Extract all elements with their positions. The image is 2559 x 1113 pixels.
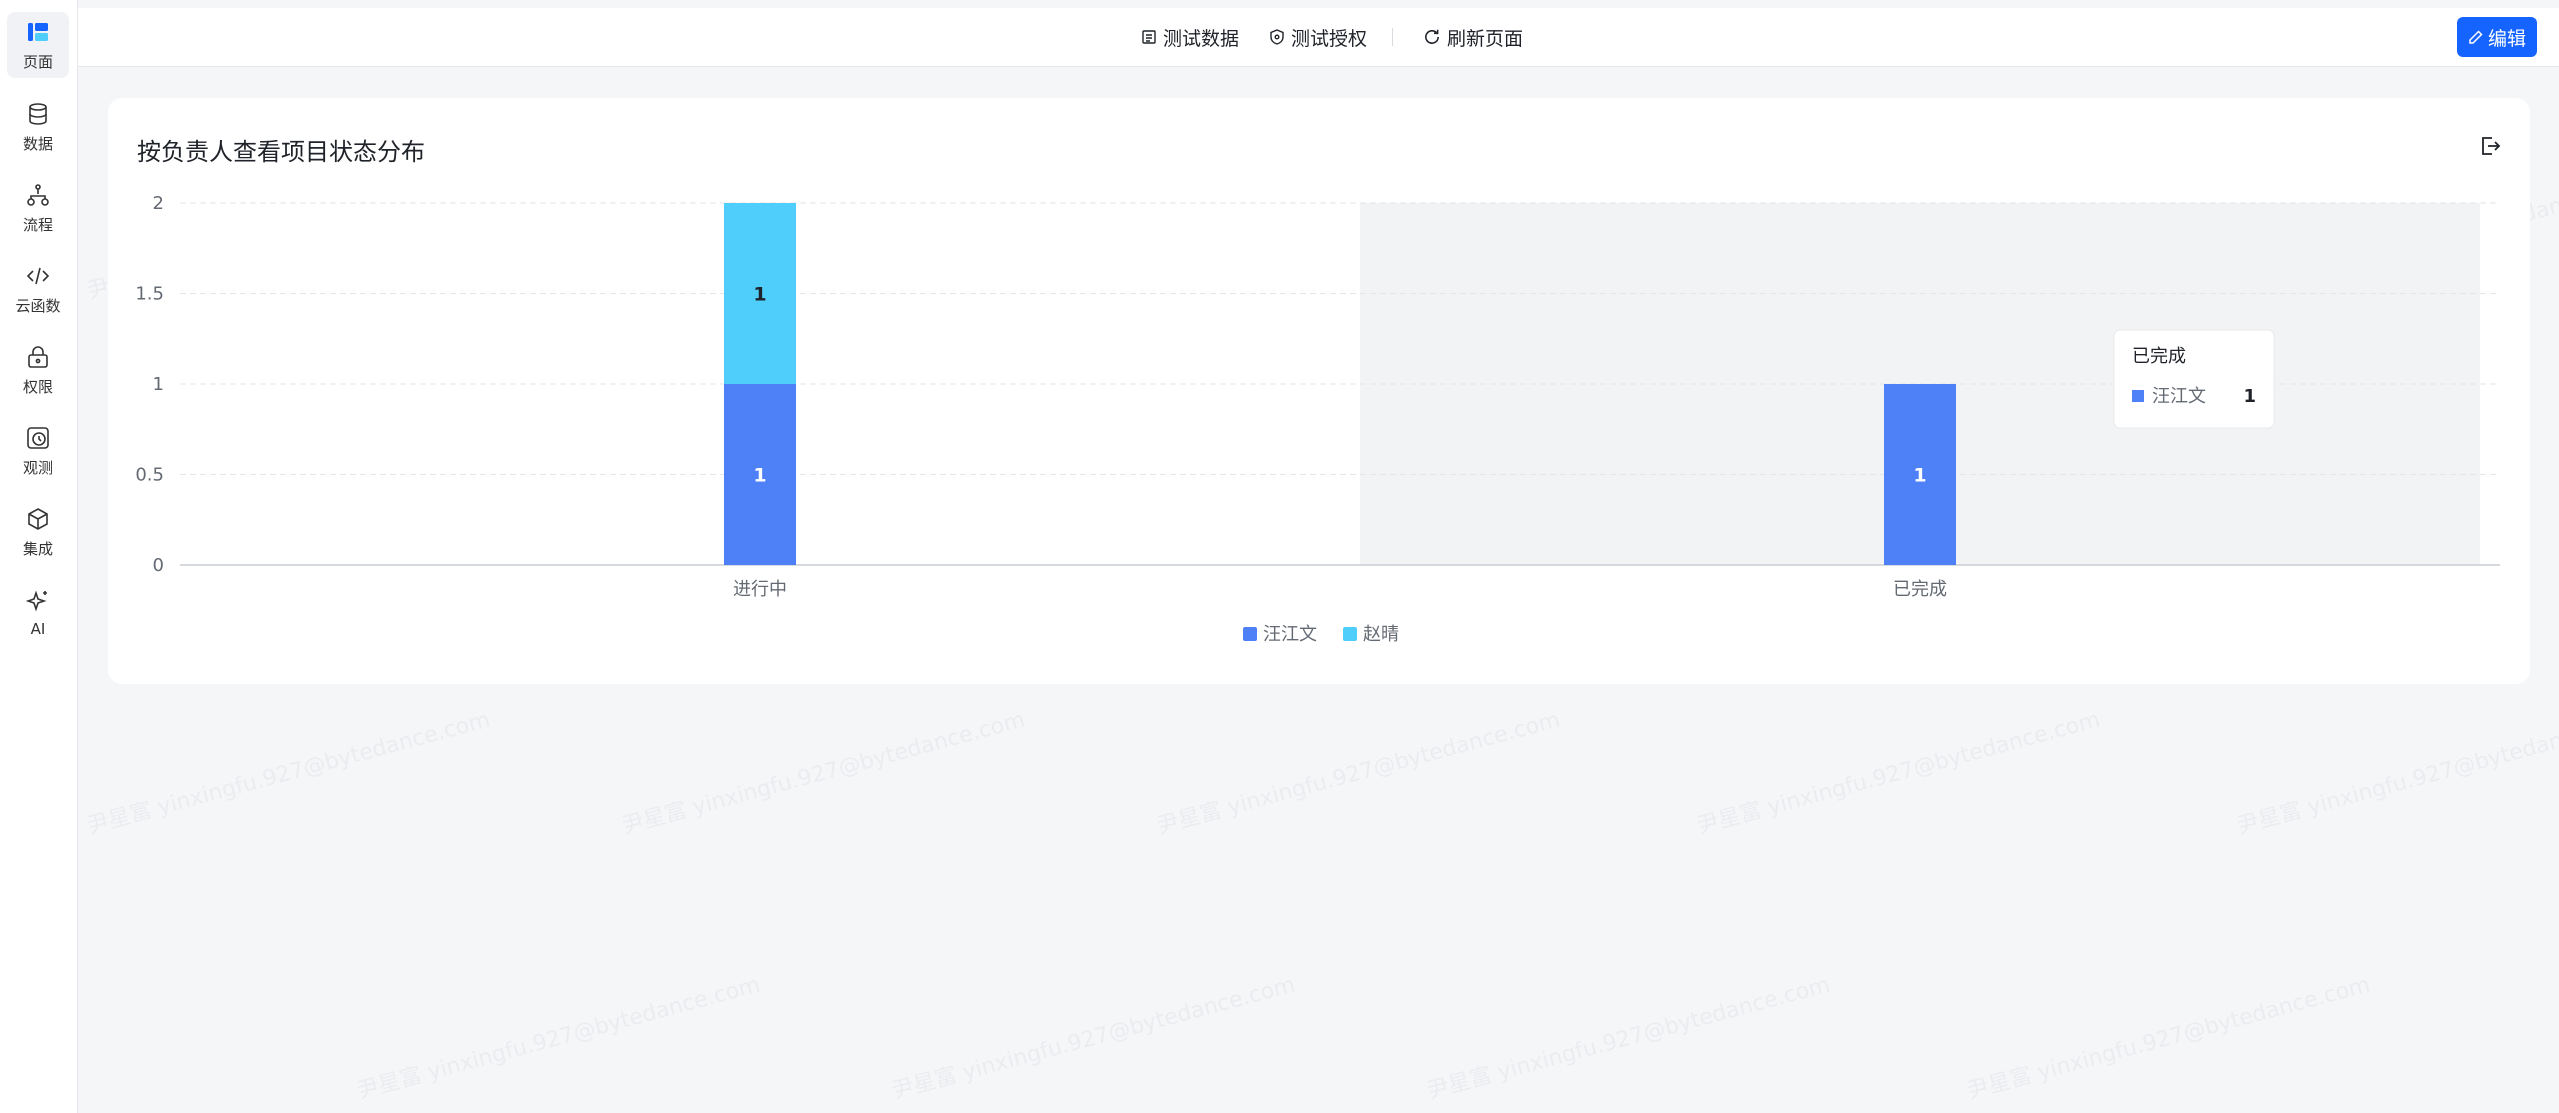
sidebar-item-flow[interactable]: 流程 <box>7 175 69 241</box>
sidebar-item-cloud-functions[interactable]: 云函数 <box>7 256 69 322</box>
test-data-button[interactable]: 测试数据 <box>1141 8 1239 66</box>
watermark: 尹星富 yinxingfu.927@bytedance.com <box>1694 707 2103 840</box>
legend-swatch <box>1343 627 1357 641</box>
y-tick-label: 2 <box>153 193 164 214</box>
y-tick-label: 0 <box>153 555 164 576</box>
sidebar-item-pages[interactable]: 页面 <box>7 12 69 78</box>
bar-chart: 21.510.5011进行中1已完成汪江文 赵晴已完成汪江文 1 <box>135 193 2500 645</box>
sidebar-item-label: 页面 <box>22 52 53 71</box>
x-tick-label: 进行中 <box>733 579 787 600</box>
lock-icon <box>25 344 51 370</box>
sidebar-item-ai[interactable]: AI <box>7 580 69 646</box>
tooltip-value: 1 <box>2243 386 2256 407</box>
legend-swatch <box>1243 627 1257 641</box>
watermark: 尹星富 yinxingfu.927@bytedance.com <box>889 972 1298 1105</box>
y-tick-label: 1.5 <box>135 284 164 305</box>
test-data-label: 测试数据 <box>1163 27 1240 50</box>
test-auth-button[interactable]: 测试授权 <box>1269 8 1367 66</box>
sidebar-item-label: 数据 <box>22 134 53 153</box>
x-tick-label: 已完成 <box>1893 579 1947 600</box>
sidebar-item-label: 云函数 <box>15 296 61 315</box>
sidebar-item-label: 观测 <box>22 458 53 477</box>
tooltip-series-name: 汪江文 <box>2152 386 2206 407</box>
edit-label: 编辑 <box>2487 27 2526 50</box>
sidebar-item-integration[interactable]: 集成 <box>7 499 69 565</box>
code-icon <box>25 263 51 289</box>
watermark: 尹星富 yinxingfu.927@bytedance.com <box>1964 972 2373 1105</box>
legend-item: 汪江文 <box>1263 624 1317 645</box>
edit-button[interactable]: 编辑 <box>2457 17 2537 57</box>
test-auth-label: 测试授权 <box>1291 27 1368 50</box>
tooltip-swatch <box>2132 390 2144 402</box>
sidebar-item-permissions[interactable]: 权限 <box>7 337 69 403</box>
chart-card: 按负责人查看项目状态分布 2 1.5 1 0.5 0 1 1 进行中 1 已完成 汪江文 赵晴 已完成汪… <box>108 98 2530 684</box>
legend-item: 赵晴 <box>1363 624 1399 645</box>
top-toolbar: 测试数据 测试授权 刷新页面 编辑 <box>78 8 2559 67</box>
watermark: 尹星富 yinxingfu.927@bytedance.com <box>1154 707 1563 840</box>
watermark: 尹星富 yinxingfu.927@bytedance.com <box>84 707 493 840</box>
toolbar-divider <box>1392 28 1393 46</box>
sidebar-item-label: 流程 <box>22 215 53 234</box>
refresh-icon <box>1425 29 1439 44</box>
sidebar-item-observe[interactable]: 观测 <box>7 418 69 484</box>
sidebar-item-label: 权限 <box>22 377 53 396</box>
flow-icon <box>25 182 51 208</box>
sidebar: 页面 数据 流程 云函数 权限 观测 集成 AI <box>0 0 78 1113</box>
watermark: 尹星富 yinxingfu.927@bytedance.com <box>1424 972 1833 1105</box>
refresh-label: 刷新页面 <box>1447 27 1524 50</box>
layout-icon <box>25 19 51 45</box>
sidebar-item-label: AI <box>30 620 46 638</box>
bar-value-label: 1 <box>753 465 766 487</box>
refresh-page-button[interactable]: 刷新页面 <box>1423 8 1523 66</box>
watermark: 尹星富 yinxingfu.927@bytedance.com <box>2234 707 2559 840</box>
database-icon <box>25 101 51 127</box>
sidebar-item-label: 集成 <box>22 539 53 558</box>
y-tick-label: 1 <box>153 374 164 395</box>
watermark: 尹星富 yinxingfu.927@bytedance.com <box>619 707 1028 840</box>
tooltip-title: 已完成 <box>2132 346 2186 367</box>
bar-value-label: 1 <box>753 284 766 306</box>
shield-icon <box>1270 29 1284 45</box>
watermark: 尹星富 yinxingfu.927@bytedance.com <box>354 972 763 1105</box>
sidebar-item-data[interactable]: 数据 <box>7 94 69 160</box>
y-tick-label: 0.5 <box>135 465 164 486</box>
document-icon <box>1142 30 1156 44</box>
pencil-icon <box>2469 30 2483 44</box>
tooltip <box>2113 329 2275 429</box>
cube-icon <box>25 506 51 532</box>
bar-value-label: 1 <box>1913 465 1926 487</box>
sparkle-icon <box>25 588 51 614</box>
monitor-icon <box>25 425 51 451</box>
